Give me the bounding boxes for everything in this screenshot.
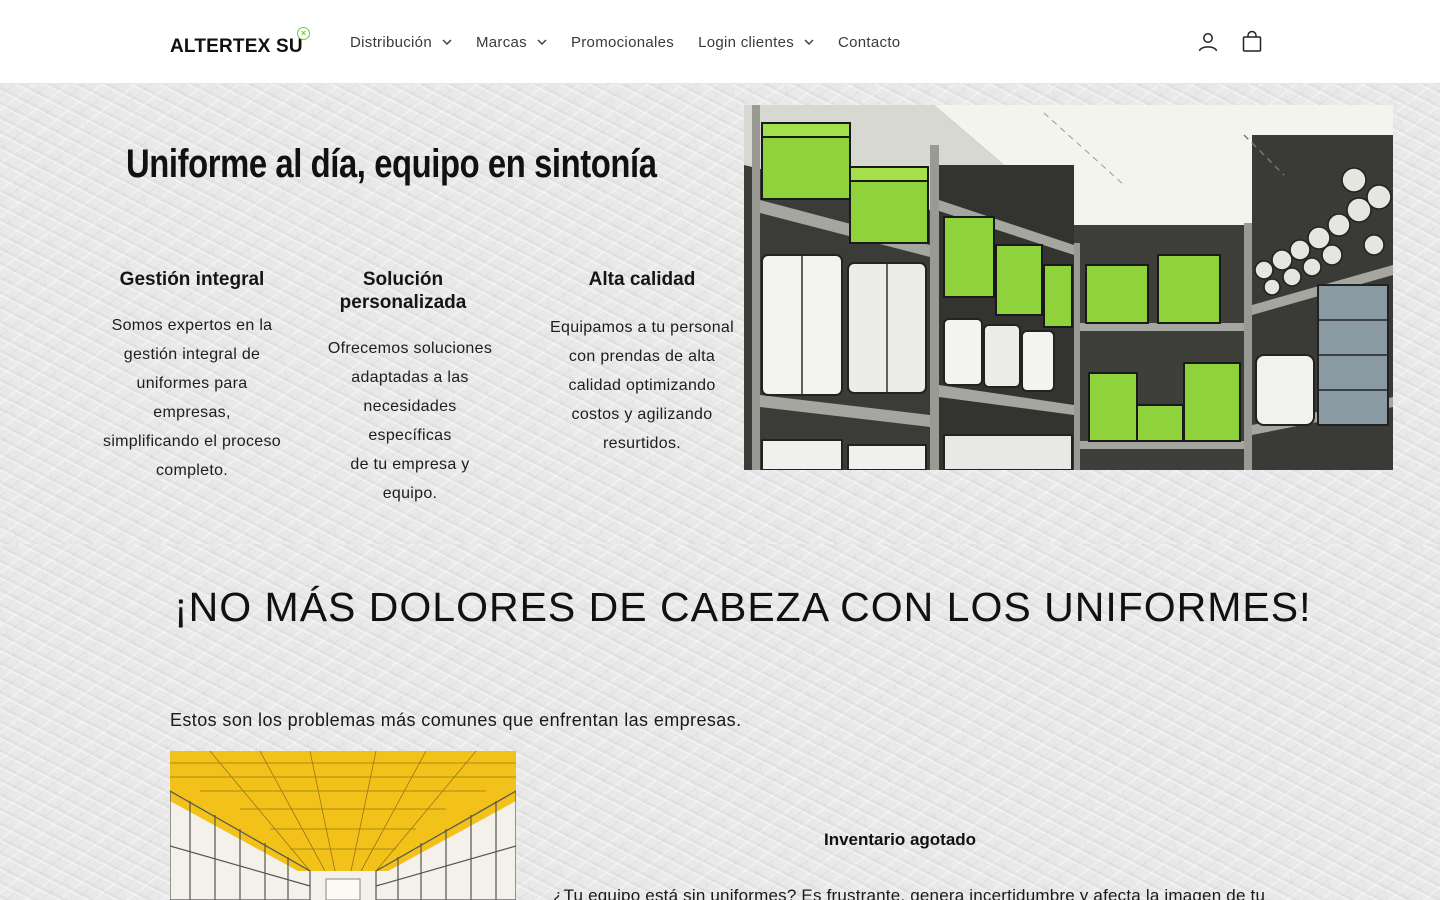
empty-warehouse-illustration [170, 751, 516, 900]
feature-text-line: de tu empresa y [350, 456, 470, 473]
feature-text-line: Somos expertos en la [111, 317, 273, 334]
feature-title: Gestión integral [119, 269, 265, 290]
nav-item-label: Login clientes [698, 33, 795, 51]
feature-text-line: uniformes para [136, 375, 248, 392]
feature-text-line: resurtidos. [603, 435, 681, 452]
nav-item-label: Promocionales [570, 33, 675, 51]
site-header: ALTERTEX SU × Distribución Marcas Promoc… [0, 0, 1440, 84]
account-icon[interactable] [1196, 30, 1220, 54]
feature-text-line: calidad optimizando [568, 377, 716, 394]
feature-text-line: Ofrecemos soluciones [327, 340, 493, 357]
nav-item-label: Contacto [838, 33, 901, 51]
nav-item-label: Distribución [350, 33, 432, 51]
feature-text: Ofrecemos soluciones adaptadas a las nec… [310, 334, 510, 508]
chevron-down-icon [804, 39, 814, 45]
problem-card-title: Inventario agotado [824, 830, 977, 849]
chevron-down-icon [442, 39, 452, 45]
feature-text-line: Equipamos a tu personal [550, 319, 734, 336]
nav-item-contacto[interactable]: Contacto [826, 30, 912, 54]
feature-text-line: gestión integral de [123, 346, 261, 363]
cart-icon[interactable] [1240, 30, 1264, 54]
hero-title: Uniforme al día, equipo en sintonía [126, 142, 657, 186]
problems-subtitle: Estos son los problemas más comunes que … [170, 710, 742, 730]
main-nav: Distribución Marcas Promocionales Login … [338, 30, 912, 54]
feature-title-line: Solución [362, 269, 444, 290]
problem-card-text: ¿Tu equipo está sin uniformes? Es frustr… [553, 886, 1266, 900]
nav-item-login-clientes[interactable]: Login clientes [686, 30, 826, 54]
feature-text: Equipamos a tu personal con prendas de a… [542, 313, 742, 458]
feature-text-line: simplificando el proceso [103, 433, 281, 450]
feature-solucion-personalizada: Solución personalizada Ofrecemos solucio… [310, 268, 510, 508]
feature-text-line: completo. [155, 462, 229, 479]
feature-text-line: necesidades [363, 398, 457, 415]
feature-text-line: costos y agilizando [571, 406, 713, 423]
nav-item-marcas[interactable]: Marcas [464, 30, 559, 54]
feature-text-line: adaptadas a las [351, 369, 469, 386]
feature-text-line: específicas [368, 427, 452, 444]
logo-mark-icon: × [297, 27, 310, 40]
feature-gestion-integral: Gestión integral Somos expertos en la ge… [92, 268, 292, 485]
feature-alta-calidad: Alta calidad Equipamos a tu personal con… [542, 268, 742, 458]
nav-item-promocionales[interactable]: Promocionales [559, 30, 686, 54]
feature-title: Alta calidad [588, 269, 696, 290]
hero-section: Uniforme al día, equipo en sintonía Gest… [0, 84, 1440, 544]
feature-text: Somos expertos en la gestión integral de… [92, 311, 292, 485]
storage-room-illustration [744, 105, 1393, 470]
problems-section: ¡NO MÁS DOLORES DE CABEZA CON LOS UNIFOR… [0, 544, 1440, 900]
nav-item-label: Marcas [475, 33, 527, 51]
feature-text-line: empresas, [153, 404, 231, 421]
feature-text-line: con prendas de alta [568, 348, 716, 365]
nav-item-distribucion[interactable]: Distribución [338, 30, 464, 54]
logo[interactable]: ALTERTEX SU [170, 36, 303, 62]
feature-text-line: equipo. [382, 485, 438, 502]
feature-title: Solución personalizada [296, 268, 510, 314]
feature-title-line: personalizada [339, 292, 467, 313]
chevron-down-icon [537, 39, 547, 45]
problems-title: ¡NO MÁS DOLORES DE CABEZA CON LOS UNIFOR… [174, 584, 1312, 630]
